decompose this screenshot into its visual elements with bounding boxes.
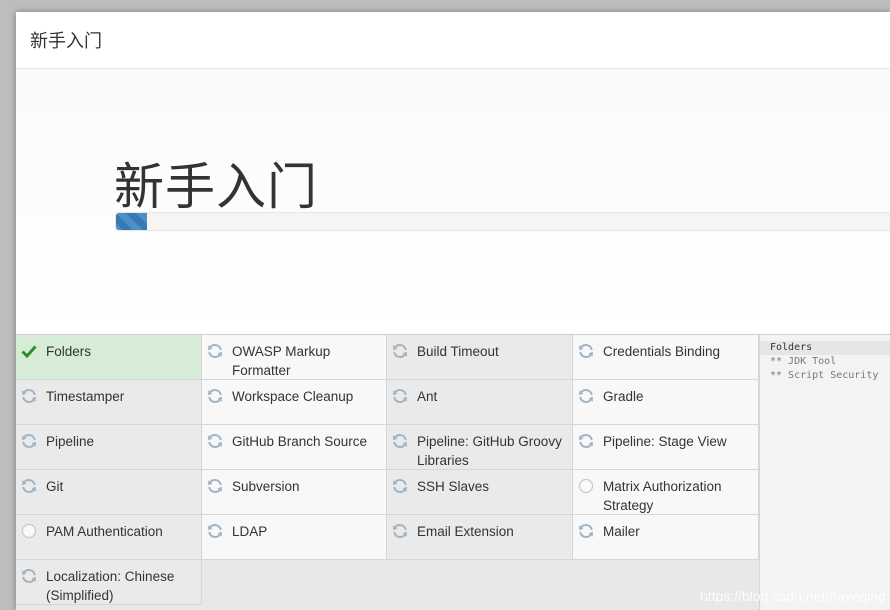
refresh-icon <box>21 568 37 584</box>
log-line: ** Script Security <box>770 370 879 381</box>
plugin-item: Mailer <box>573 515 759 560</box>
plugin-item: Matrix Authorization Strategy <box>573 470 759 515</box>
plugin-item: Localization: Chinese (Simplified) <box>16 560 202 605</box>
refresh-icon <box>21 388 37 404</box>
dialog-header: 新手入门 <box>16 12 890 69</box>
plugin-name: Build Timeout <box>417 344 499 359</box>
plugin-name: LDAP <box>232 524 268 539</box>
plugin-name: Workspace Cleanup <box>232 389 354 404</box>
plugin-name: Pipeline: Stage View <box>603 434 727 449</box>
refresh-icon <box>21 433 37 449</box>
refresh-icon <box>578 343 594 359</box>
plugin-item: Ant <box>387 380 573 425</box>
setup-wizard-dialog: 新手入门 新手入门 Folders OWASP Markup Formatter B… <box>16 12 890 610</box>
plugin-item: Folders <box>16 335 202 380</box>
plugin-name: Folders <box>46 344 92 359</box>
plugin-item: Credentials Binding <box>573 335 759 380</box>
plugin-name: Git <box>46 479 64 494</box>
plugin-item: Email Extension <box>387 515 573 560</box>
log-line: Folders <box>760 341 890 355</box>
plugin-item: Pipeline: Stage View <box>573 425 759 470</box>
plugin-name: Mailer <box>603 524 640 539</box>
refresh-icon <box>392 343 408 359</box>
plugin-item: Gradle <box>573 380 759 425</box>
plugin-name: Pipeline: GitHub Groovy Libraries <box>417 434 562 468</box>
refresh-icon <box>578 523 594 539</box>
plugin-install-area: Folders OWASP Markup Formatter Build Timeo… <box>16 334 890 610</box>
refresh-icon <box>392 433 408 449</box>
plugin-item: GitHub Branch Source <box>202 425 387 470</box>
plugin-item: Pipeline: GitHub Groovy Libraries <box>387 425 573 470</box>
plugin-name: Localization: Chinese (Simplified) <box>46 569 175 603</box>
plugin-name: Pipeline <box>46 434 95 449</box>
refresh-icon <box>207 478 223 494</box>
plugin-item: Subversion <box>202 470 387 515</box>
refresh-icon <box>207 343 223 359</box>
refresh-icon <box>21 478 37 494</box>
refresh-icon <box>392 478 408 494</box>
plugin-name: Timestamper <box>46 389 125 404</box>
refresh-icon <box>578 388 594 404</box>
install-progress-fill <box>116 213 147 230</box>
plugin-item: Build Timeout <box>387 335 573 380</box>
plugin-item: LDAP <box>202 515 387 560</box>
plugin-item: Pipeline <box>16 425 202 470</box>
refresh-icon <box>207 388 223 404</box>
hero-section: 新手入门 <box>16 69 890 334</box>
refresh-icon <box>578 433 594 449</box>
circle-icon <box>21 523 37 539</box>
plugin-name: Credentials Binding <box>603 344 721 359</box>
plugin-name: SSH Slaves <box>417 479 490 494</box>
refresh-icon <box>392 388 408 404</box>
plugin-item: SSH Slaves <box>387 470 573 515</box>
plugin-item: PAM Authentication <box>16 515 202 560</box>
plugin-name: GitHub Branch Source <box>232 434 368 449</box>
install-log[interactable]: Folders ** JDK Tool ** Script Security <box>759 335 890 610</box>
hero-title: 新手入门 <box>114 158 318 216</box>
check-icon <box>21 343 37 359</box>
refresh-icon <box>207 523 223 539</box>
plugin-name: Matrix Authorization Strategy <box>603 479 722 513</box>
plugin-grid: Folders OWASP Markup Formatter Build Timeo… <box>16 335 759 605</box>
circle-icon <box>578 478 594 494</box>
refresh-icon <box>392 523 408 539</box>
plugin-name: Gradle <box>603 389 644 404</box>
plugin-item: OWASP Markup Formatter <box>202 335 387 380</box>
plugin-name: Email Extension <box>417 524 514 539</box>
watermark-text: https://blog.csdn.net/haveqing <box>699 588 886 604</box>
dialog-header-title: 新手入门 <box>30 31 102 51</box>
install-progress-bar <box>115 212 890 231</box>
plugin-name: Ant <box>417 389 438 404</box>
plugin-item: Workspace Cleanup <box>202 380 387 425</box>
plugin-item: Git <box>16 470 202 515</box>
plugin-name: PAM Authentication <box>46 524 163 539</box>
refresh-icon <box>207 433 223 449</box>
log-line: ** JDK Tool <box>770 356 837 367</box>
plugin-item: Timestamper <box>16 380 202 425</box>
plugin-name: OWASP Markup Formatter <box>232 344 331 378</box>
plugin-name: Subversion <box>232 479 300 494</box>
